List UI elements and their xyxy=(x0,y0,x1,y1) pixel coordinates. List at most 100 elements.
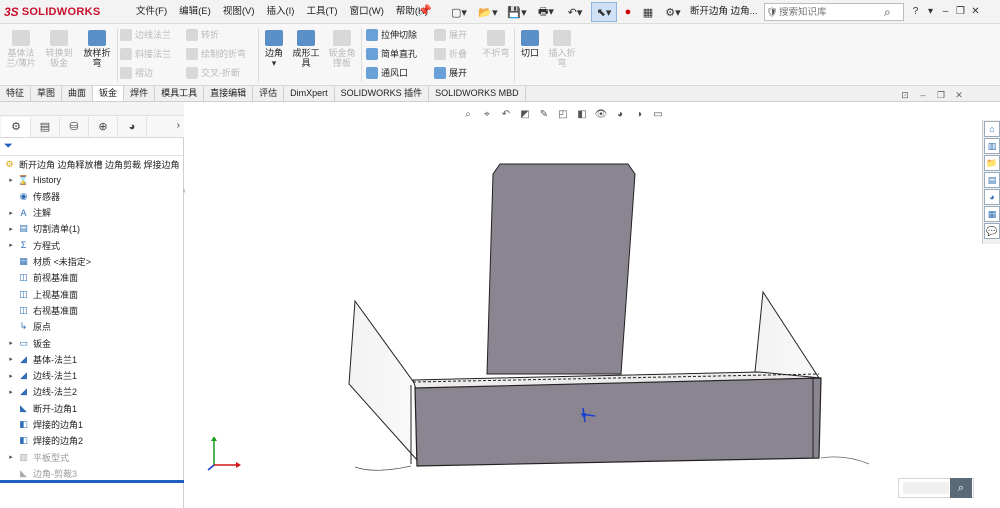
tree-item[interactable]: ◣ 断开-边角1 xyxy=(6,400,77,416)
open-folder-icon[interactable]: 📂▾ xyxy=(475,2,501,22)
back-flange[interactable] xyxy=(486,163,636,375)
tree-root[interactable]: ⚙ 断开边角 边角释放槽 边角剪裁 焊接边角 xyxy=(2,156,179,172)
flatten-button[interactable]: 展开 xyxy=(434,67,467,79)
new-document-icon[interactable]: ▢▾ xyxy=(446,2,472,22)
tab-4[interactable]: 焊件 xyxy=(124,86,156,101)
viewport-restore-icon[interactable]: ❐ xyxy=(934,88,948,102)
rip-button[interactable]: 切口 xyxy=(518,30,542,58)
no-bends-button[interactable]: 不折弯 xyxy=(480,30,512,58)
tree-item[interactable]: ▸ ▥ 平板型式 xyxy=(6,449,69,465)
tree-item[interactable]: ▸ Σ 方程式 xyxy=(6,237,60,253)
tree-item[interactable]: ◣ 边角-剪裁3 xyxy=(6,465,77,481)
expand-arrow-icon[interactable]: ▸ xyxy=(6,176,16,184)
viewport-minimize-icon[interactable]: – xyxy=(916,88,930,102)
cross-break-button[interactable]: 交叉-折断 xyxy=(186,67,240,79)
tab-6[interactable]: 直接编辑 xyxy=(204,86,254,101)
lofted-bend-button[interactable]: 放样折弯 xyxy=(80,30,114,68)
menu-file[interactable]: 文件(F) xyxy=(130,0,173,24)
menu-window[interactable]: 窗口(W) xyxy=(344,0,390,24)
forming-tool-button[interactable]: 成形工具 xyxy=(290,30,322,68)
hem-button[interactable]: 褶边 xyxy=(120,67,153,79)
file-properties-icon[interactable]: ▦ xyxy=(639,2,657,22)
menu-edit[interactable]: 编辑(E) xyxy=(173,0,217,24)
convert-to-sheet-button[interactable]: 转换到钣金 xyxy=(44,30,74,68)
appearances-icon[interactable]: ◕ xyxy=(984,189,1000,205)
corners-button[interactable]: 边角 ▾ xyxy=(262,30,286,68)
tree-item[interactable]: ◧ 焊接的边角2 xyxy=(6,433,83,449)
edge-flange-button[interactable]: 边线法兰 xyxy=(120,29,171,41)
insert-bends-button[interactable]: 插入折弯 xyxy=(546,30,578,68)
tab-1[interactable]: 草图 xyxy=(31,86,63,101)
previous-view-icon[interactable]: ↶ xyxy=(498,106,514,122)
rebuild-icon[interactable]: ● xyxy=(620,2,636,22)
rollback-bar[interactable] xyxy=(0,480,184,483)
tab-10[interactable]: SOLIDWORKS MBD xyxy=(429,86,526,101)
sketched-bend-button[interactable]: 绘制的折弯 xyxy=(186,48,246,60)
viewport-close-icon[interactable]: ✕ xyxy=(952,88,966,102)
fold-button[interactable]: 折叠 xyxy=(434,48,467,60)
vent-button[interactable]: 通风口 xyxy=(366,67,408,79)
tree-item[interactable]: ◉ 传感器 xyxy=(6,188,60,204)
tree-item[interactable]: ↳ 原点 xyxy=(6,319,51,335)
tree-item[interactable]: ◫ 上视基准面 xyxy=(6,286,78,302)
menu-tools[interactable]: 工具(T) xyxy=(300,0,343,24)
dynamic-annotation-icon[interactable]: ✎ xyxy=(536,106,552,122)
menu-insert[interactable]: 插入(I) xyxy=(260,0,300,24)
pin-icon[interactable]: 📌 xyxy=(418,4,432,20)
view-orientation-icon[interactable]: ◰ xyxy=(555,106,571,122)
expand-arrow-icon[interactable]: ▸ xyxy=(6,388,16,396)
print-icon[interactable]: 🖶▾ xyxy=(533,2,559,22)
tab-8[interactable]: DimXpert xyxy=(284,86,335,101)
design-library-icon[interactable]: 📁 xyxy=(984,155,1000,171)
close-button[interactable]: ✕ xyxy=(968,0,983,24)
options-gear-icon[interactable]: ⚙▾ xyxy=(660,2,686,22)
miter-flange-button[interactable]: 斜接法兰 xyxy=(120,48,171,60)
custom-properties-icon[interactable]: ▦ xyxy=(984,206,1000,222)
section-view-icon[interactable]: ◩ xyxy=(517,106,533,122)
tab-5[interactable]: 模具工具 xyxy=(155,86,205,101)
solidworks-logo[interactable]: 3S SOLIDWORKS xyxy=(4,4,100,20)
tree-item[interactable]: ◫ 右视基准面 xyxy=(6,302,78,318)
undo-icon[interactable]: ↶▾ xyxy=(562,2,588,22)
expand-arrow-icon[interactable]: ▸ xyxy=(6,241,16,249)
tree-item[interactable]: ◧ 焊接的边角1 xyxy=(6,417,83,433)
extruded-cut-button[interactable]: 拉伸切除 xyxy=(366,29,417,41)
help-dropdown[interactable]: ? xyxy=(908,0,923,24)
base-flange-button[interactable]: 基体法兰/薄片 xyxy=(4,30,38,68)
menu-view[interactable]: 视图(V) xyxy=(217,0,261,24)
zoom-to-fit-icon[interactable]: ⌕ xyxy=(460,106,476,122)
search-icon[interactable]: ⌕ xyxy=(950,478,972,498)
search-icon[interactable]: ⌕ xyxy=(884,5,891,20)
split-view-icon[interactable]: ⊡ xyxy=(898,88,912,102)
forum-icon[interactable]: 💬 xyxy=(984,223,1000,239)
expand-arrow-icon[interactable]: ▸ xyxy=(6,339,16,347)
dimxpert-tab-icon[interactable]: ⊕ xyxy=(89,116,118,137)
view-settings-icon[interactable]: ▭ xyxy=(650,106,666,122)
chevron-right-icon[interactable]: › xyxy=(177,120,180,131)
tab-0[interactable]: 特征 xyxy=(0,86,32,101)
dropdown-arrow-icon[interactable]: ▾ xyxy=(923,0,938,24)
tree-item[interactable]: ▸ ◢ 边线-法兰2 xyxy=(6,384,77,400)
tab-3[interactable]: 钣金 xyxy=(93,86,125,101)
feature-manager-tab-icon[interactable]: ⚙ xyxy=(2,116,31,137)
tree-item[interactable]: ▦ 材质 <未指定> xyxy=(6,254,91,270)
jog-button[interactable]: 转折 xyxy=(186,29,219,41)
sheet-gusset-button[interactable]: 钣金角撑板 xyxy=(326,30,358,68)
minimize-button[interactable]: – xyxy=(938,0,953,24)
expand-arrow-icon[interactable]: ▸ xyxy=(6,372,16,380)
property-manager-tab-icon[interactable]: ▤ xyxy=(31,116,60,137)
file-explorer-icon[interactable]: ▤ xyxy=(984,172,1000,188)
tree-item[interactable]: ▸ ⌛ History xyxy=(6,172,61,188)
simple-hole-button[interactable]: 简单直孔 xyxy=(366,48,417,60)
left-flange[interactable] xyxy=(348,299,418,462)
tab-7[interactable]: 评估 xyxy=(253,86,285,101)
expand-arrow-icon[interactable]: ▸ xyxy=(6,225,16,233)
tab-9[interactable]: SOLIDWORKS 插件 xyxy=(335,86,430,101)
tree-item[interactable]: ▸ ▤ 切割清单(1) xyxy=(6,221,80,237)
sheet-metal-model[interactable] xyxy=(185,102,1000,508)
expand-arrow-icon[interactable]: ▸ xyxy=(6,453,16,461)
edit-appearance-icon[interactable]: ◕ xyxy=(612,106,628,122)
hide-show-items-icon[interactable]: 👁 xyxy=(593,106,609,122)
home-icon[interactable]: ⌂ xyxy=(984,121,1000,137)
expand-arrow-icon[interactable]: ▸ xyxy=(6,209,16,217)
